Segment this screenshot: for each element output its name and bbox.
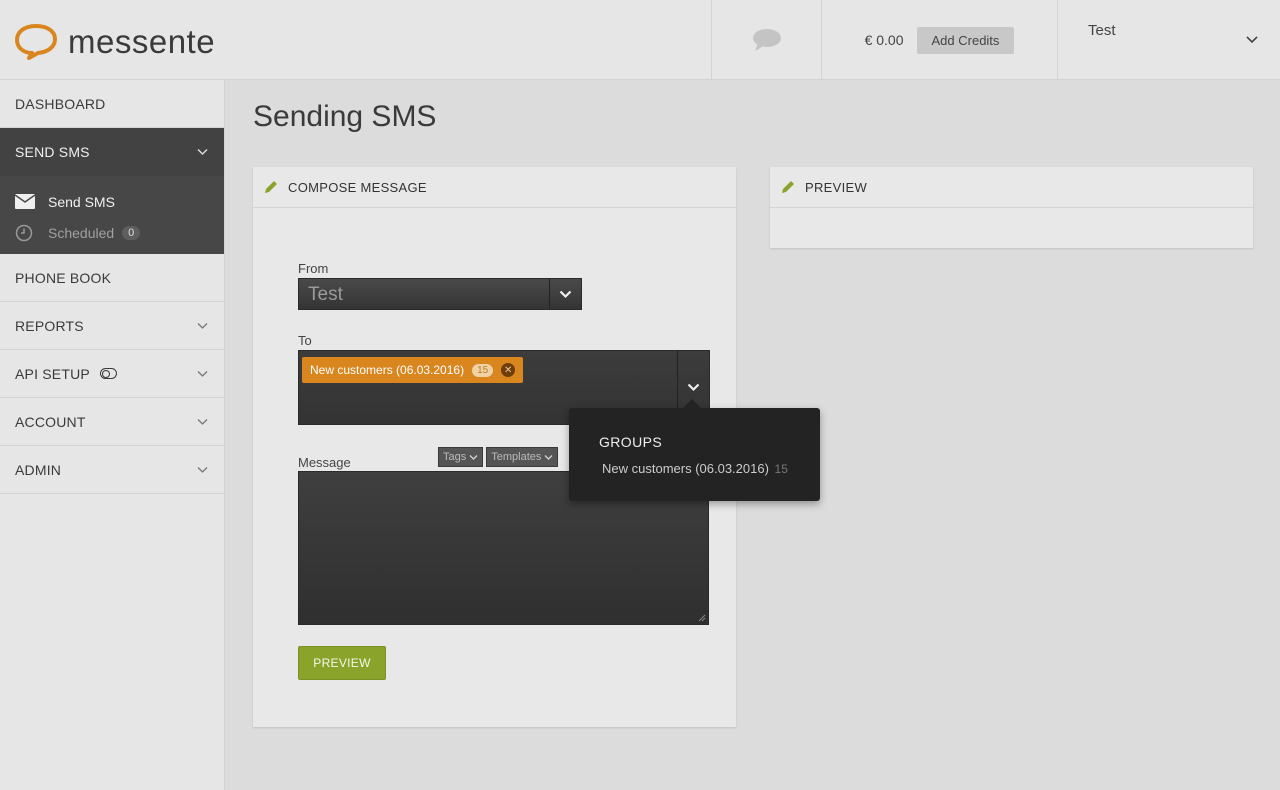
pencil-icon [782,181,794,193]
tags-dropdown[interactable]: Tags [438,447,484,467]
credit-section: € 0.00 Add Credits [821,0,1057,80]
sidebar-item-reports[interactable]: REPORTS [0,302,224,350]
sidebar-item-api-setup[interactable]: API SETUP [0,350,224,398]
sub-item-label: Send SMS [48,193,115,210]
messages-section[interactable] [711,0,821,80]
sidebar-item-admin[interactable]: ADMIN [0,446,224,494]
preview-panel-header: PREVIEW [770,167,1253,208]
chevron-down-icon [197,323,208,329]
compose-panel-header: COMPOSE MESSAGE [253,167,736,208]
clock-icon [15,224,37,242]
sidebar-item-label: DASHBOARD [15,95,106,112]
sender-dropdown-toggle[interactable] [549,279,581,309]
logo-mark-icon [15,24,57,60]
from-label: From [298,261,329,276]
sidebar-item-account[interactable]: ACCOUNT [0,398,224,446]
group-option[interactable]: New customers (06.03.2016) 15 [602,461,788,476]
balance-amount: € 0.00 [864,32,904,48]
group-option-count: 15 [774,462,788,476]
templates-dropdown[interactable]: Templates [486,447,559,467]
message-label: Message [298,455,351,470]
chevron-down-icon [544,454,553,460]
preview-button[interactable]: PREVIEW [298,646,386,680]
sub-item-label: Scheduled [48,224,115,241]
user-menu[interactable]: Test [1057,0,1280,80]
sidebar-subitem-scheduled[interactable]: Scheduled 0 [0,217,224,248]
chevron-down-icon [687,383,700,392]
speech-bubble-icon [752,29,781,51]
remove-chip-icon[interactable]: ✕ [501,363,516,377]
chevron-down-icon [197,419,208,425]
message-toolbar: Tags Templates [438,447,559,467]
top-header: messente € 0.00 Add Credits Test [0,0,1280,80]
user-name: Test [1088,22,1116,39]
page-title: Sending SMS [253,100,437,133]
chevron-down-icon [1246,36,1258,44]
sidebar-item-label: SEND SMS [15,144,90,160]
chevron-down-icon [197,371,208,377]
toggle-icon [99,368,117,379]
recipient-chip[interactable]: New customers (06.03.2016) 15 ✕ [302,357,524,383]
preview-panel: PREVIEW [770,167,1253,248]
chevron-down-icon [197,467,208,473]
tags-label: Tags [443,451,467,463]
templates-label: Templates [491,451,542,463]
sidebar-item-phone-book[interactable]: PHONE BOOK [0,254,224,302]
chevron-down-icon [197,149,208,155]
send-sms-submenu: Send SMS Scheduled 0 [0,176,224,254]
to-label: To [298,333,312,348]
sidebar-item-label: PHONE BOOK [15,269,112,286]
sidebar-item-dashboard[interactable]: DASHBOARD [0,80,224,128]
sidebar-item-label: ADMIN [15,461,62,478]
sidebar-item-label: API SETUP [15,365,90,382]
chip-count-badge: 15 [472,363,494,377]
sidebar-item-label: ACCOUNT [15,413,86,430]
pencil-icon [265,181,277,193]
compose-heading: COMPOSE MESSAGE [288,179,427,195]
logo-text: messente [68,22,216,60]
sidebar: DASHBOARD SEND SMS Send SMS Scheduled 0 … [0,80,225,790]
resize-handle-icon[interactable] [698,614,706,622]
groups-dropdown-popup: GROUPS New customers (06.03.2016) 15 [569,399,820,501]
group-option-label: New customers (06.03.2016) [602,461,769,476]
popup-arrow [682,399,702,409]
sidebar-item-label: REPORTS [15,317,84,334]
groups-heading: GROUPS [599,434,663,450]
preview-heading: PREVIEW [805,179,868,195]
sender-select[interactable]: Test [298,278,582,310]
sender-value: Test [308,284,343,305]
scheduled-count-badge: 0 [122,225,141,240]
sidebar-item-send-sms[interactable]: SEND SMS [0,128,224,176]
chevron-down-icon [469,454,478,460]
sidebar-subitem-send-sms[interactable]: Send SMS [0,186,224,217]
chip-label: New customers (06.03.2016) [310,363,465,377]
messente-logo[interactable]: messente [14,22,215,60]
envelope-icon [15,193,37,211]
add-credits-button[interactable]: Add Credits [916,26,1015,54]
chevron-down-icon [559,290,572,298]
